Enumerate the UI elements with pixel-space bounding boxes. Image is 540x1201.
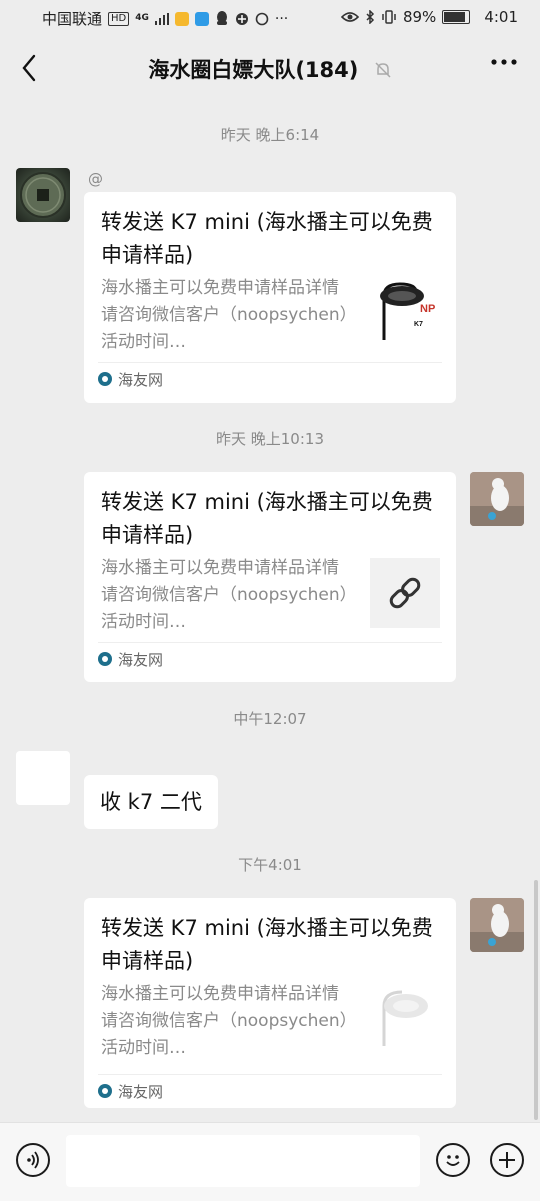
search-app-icon [194,11,209,26]
timestamp: 昨天 晚上6:14 [220,126,320,144]
source-logo-icon [98,372,112,386]
card-title: 转发送 K7 mini (海水播主可以免费申请样品) [101,490,433,547]
battery-fill [444,12,466,22]
timestamp: 下午4:01 [238,856,302,874]
status-bar: 中国联通 HD 4G ··· 89% 4:01 [0,0,540,36]
my-avatar[interactable] [470,898,524,952]
ring-icon [255,12,269,25]
timestamp: 中午12:07 [233,710,307,728]
network-type: 4G [135,13,149,23]
scrollbar[interactable] [534,880,538,1120]
plus-sign [499,1152,515,1168]
more-dots-icon[interactable] [490,58,518,66]
source-name: 海友网 [118,370,164,389]
card-description: 海水播主可以免费申请样品详情请咨询微信客户（noopsychen）活动时间… [101,558,349,632]
my-avatar[interactable] [470,472,524,526]
card-description: 海水播主可以免费申请样品详情请咨询微信客户（noopsychen）活动时间… [101,278,349,352]
sender-avatar[interactable] [16,168,70,222]
group-name: 海水圈白嫖大队(184) [148,58,359,82]
text-bubble[interactable]: 收 k7 二代 [84,775,218,829]
bluetooth-icon [366,10,375,24]
card-description: 海水播主可以免费申请样品详情请咨询微信客户（noopsychen）活动时间… [101,984,349,1058]
battery-percent: 89% [402,8,437,26]
card-thumbnail [370,984,440,1054]
sender-avatar[interactable] [16,751,70,805]
vibrate-icon [382,10,396,24]
card-source: 海友网 [98,642,442,675]
status-left: 中国联通 HD 4G ··· [42,8,288,29]
hd-badge: HD [108,11,130,26]
message-input[interactable] [66,1135,420,1187]
eye-icon [340,12,359,22]
status-right: 89% 4:01 [340,8,518,26]
card-thumbnail: NP K7 [370,278,440,348]
avatar-photo [470,472,524,526]
qq-icon [216,11,227,25]
thumb-model: K7 [414,321,423,328]
chat-title: 海水圈白嫖大队(184) [0,54,540,84]
source-name: 海友网 [118,1082,164,1101]
product-image [370,984,440,1054]
card-title: 转发送 K7 mini (海水播主可以免费申请样品) [101,916,433,973]
link-card[interactable]: 转发送 K7 mini (海水播主可以免费申请样品) 海水播主可以免费申请样品详… [84,898,456,1108]
battery-icon [442,10,471,24]
sender-mention: @ [88,170,103,188]
voice-icon[interactable] [16,1143,50,1177]
emoji-face [446,1155,460,1166]
signal-icon [154,12,169,25]
voice-waves [27,1151,39,1169]
link-card[interactable]: 转发送 K7 mini (海水播主可以免费申请样品) 海水播主可以免费申请样品详… [84,192,456,403]
card-thumbnail [370,558,440,628]
chat-header: 海水圈白嫖大队(184) [0,40,540,98]
bell-off-icon [375,62,391,78]
source-logo-icon [98,652,112,666]
coin-image [20,172,66,218]
link-icon [389,577,421,609]
source-name: 海友网 [118,650,164,669]
notification-app-icon [174,11,189,26]
carrier-label: 中国联通 [42,10,103,28]
plus-icon[interactable] [490,1143,524,1177]
input-bar [0,1122,540,1201]
card-source: 海友网 [98,362,442,395]
product-image: NP K7 [370,278,440,348]
link-card[interactable]: 转发送 K7 mini (海水播主可以免费申请样品) 海水播主可以免费申请样品详… [84,472,456,682]
avatar-photo [470,898,524,952]
app-icon [235,12,248,25]
card-source: 海友网 [98,1074,442,1107]
thumb-brand: NP [420,303,435,315]
source-logo-icon [98,1084,112,1098]
card-title: 转发送 K7 mini (海水播主可以免费申请样品) [101,210,433,267]
more-notifications-icon: ··· [274,10,289,27]
status-clock: 4:01 [484,8,518,26]
timestamp: 昨天 晚上10:13 [216,430,324,448]
emoji-icon[interactable] [436,1143,470,1177]
